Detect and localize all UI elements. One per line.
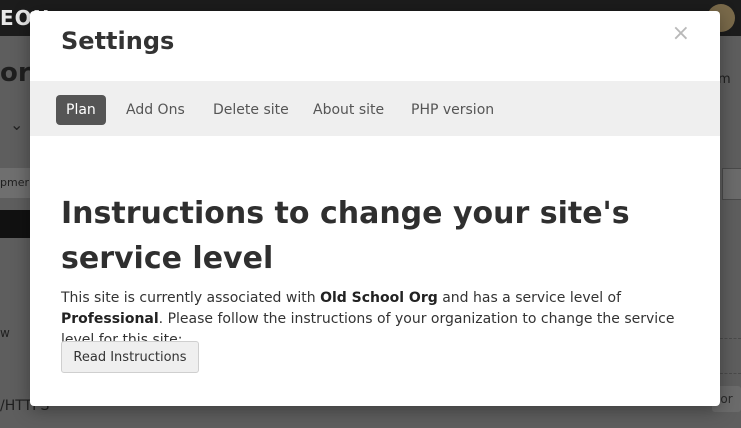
- tab-php-version[interactable]: PHP version: [401, 95, 504, 125]
- tab-about-site[interactable]: About site: [303, 95, 394, 125]
- close-icon[interactable]: ×: [672, 23, 690, 45]
- service-level-value: Professional: [61, 311, 159, 327]
- read-instructions-button[interactable]: Read Instructions: [61, 341, 199, 373]
- section-heading: Instructions to change your site's servi…: [61, 196, 630, 276]
- background-button[interactable]: [722, 168, 741, 200]
- tab-delete-site[interactable]: Delete site: [203, 95, 299, 125]
- description-text: This site is currently associated with: [61, 290, 321, 306]
- modal-title: Settings: [61, 27, 175, 55]
- background-divider: [720, 338, 741, 374]
- description-text: and has a service level of: [437, 290, 622, 306]
- settings-modal: Settings × Plan Add Ons Delete site Abou…: [30, 11, 720, 406]
- environment-input[interactable]: pmer: [0, 168, 32, 198]
- sidebar-active-item[interactable]: [0, 210, 30, 238]
- organization-name: Old School Org: [320, 290, 438, 306]
- chevron-down-icon[interactable]: ⌄: [10, 115, 23, 134]
- sidebar-item-label: w: [0, 326, 10, 340]
- settings-tabs: Plan Add Ons Delete site About site PHP …: [30, 81, 720, 136]
- tab-add-ons[interactable]: Add Ons: [116, 95, 195, 125]
- tab-plan[interactable]: Plan: [56, 95, 106, 125]
